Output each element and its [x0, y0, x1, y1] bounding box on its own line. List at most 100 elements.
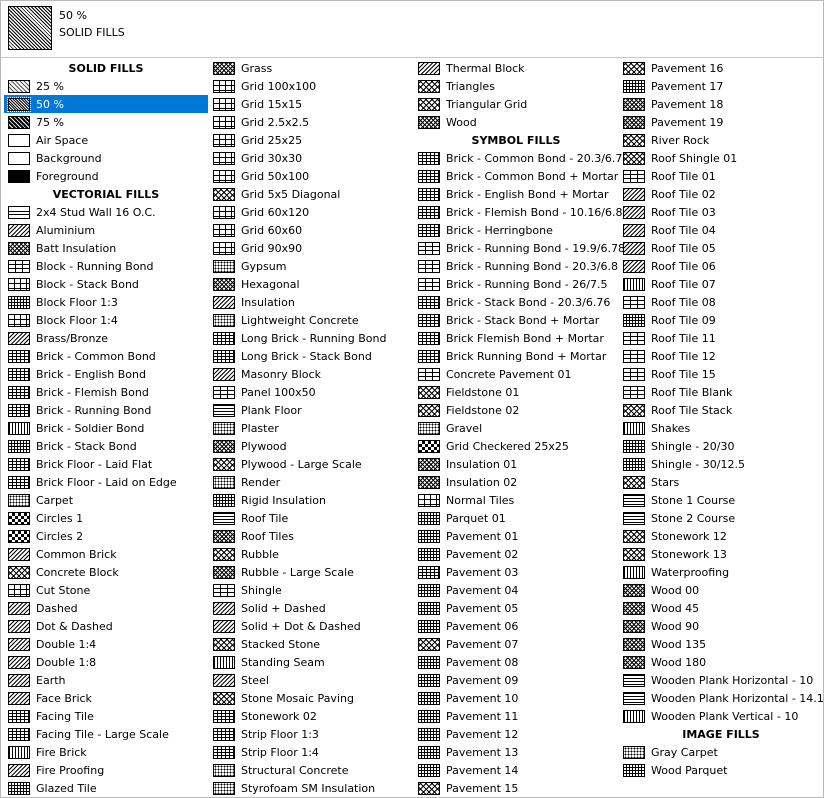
fill-item-roof-tile-09[interactable]: Roof Tile 09: [619, 311, 823, 329]
fill-item-brass-bronze[interactable]: Brass/Bronze: [4, 329, 208, 347]
fill-item-brick-running-bond[interactable]: Brick - Running Bond: [4, 401, 208, 419]
fill-item-insulation[interactable]: Insulation: [209, 293, 413, 311]
fill-item-block-running-bond[interactable]: Block - Running Bond: [4, 257, 208, 275]
fill-item-pavement-18[interactable]: Pavement 18: [619, 95, 823, 113]
fill-item-panel-100x50[interactable]: Panel 100x50: [209, 383, 413, 401]
fill-item-shakes[interactable]: Shakes: [619, 419, 823, 437]
fill-item-batt-insulation[interactable]: Batt Insulation: [4, 239, 208, 257]
fill-item-gypsum[interactable]: Gypsum: [209, 257, 413, 275]
fill-item-earth[interactable]: Earth: [4, 671, 208, 689]
fill-item-styrofoam-sm-insulation[interactable]: Styrofoam SM Insulation: [209, 779, 413, 797]
fill-item-rubble-large-scale[interactable]: Rubble - Large Scale: [209, 563, 413, 581]
fill-item-gray-carpet[interactable]: Gray Carpet: [619, 743, 823, 761]
fill-item-roof-tile-04[interactable]: Roof Tile 04: [619, 221, 823, 239]
fill-item-solid-dot-dashed[interactable]: Solid + Dot & Dashed: [209, 617, 413, 635]
fill-item-pavement-13[interactable]: Pavement 13: [414, 743, 618, 761]
fill-item-brick-flemish-bond-10-16-6-8[interactable]: Brick - Flemish Bond - 10.16/6.8: [414, 203, 623, 221]
fill-item-brick-flemish-bond[interactable]: Brick - Flemish Bond: [4, 383, 208, 401]
fill-item-strip-floor-1-3[interactable]: Strip Floor 1:3: [209, 725, 413, 743]
fill-item-dot-dashed[interactable]: Dot & Dashed: [4, 617, 208, 635]
fill-item-grass[interactable]: Grass: [209, 59, 413, 77]
fill-item-wood-90[interactable]: Wood 90: [619, 617, 823, 635]
fill-item-circles-1[interactable]: Circles 1: [4, 509, 208, 527]
fill-item-wood-parquet[interactable]: Wood Parquet: [619, 761, 823, 779]
fill-item-roof-tile-02[interactable]: Roof Tile 02: [619, 185, 823, 203]
fill-item-plywood[interactable]: Plywood: [209, 437, 413, 455]
fill-item-pavement-05[interactable]: Pavement 05: [414, 599, 618, 617]
fill-item-grid-100x100[interactable]: Grid 100x100: [209, 77, 413, 95]
fill-item-fire-brick[interactable]: Fire Brick: [4, 743, 208, 761]
fill-item-glazed-tile[interactable]: Glazed Tile: [4, 779, 208, 797]
fill-item-parquet-01[interactable]: Parquet 01: [414, 509, 618, 527]
fill-item-brick-stack-bond-20-3-6-76[interactable]: Brick - Stack Bond - 20.3/6.76: [414, 293, 618, 311]
fill-item-triangles[interactable]: Triangles: [414, 77, 618, 95]
fill-item-face-brick[interactable]: Face Brick: [4, 689, 208, 707]
fill-item-waterproofing[interactable]: Waterproofing: [619, 563, 823, 581]
fill-item-standing-seam[interactable]: Standing Seam: [209, 653, 413, 671]
fill-item-background[interactable]: Background: [4, 149, 208, 167]
fill-item-stacked-stone[interactable]: Stacked Stone: [209, 635, 413, 653]
fill-item-roof-tile-08[interactable]: Roof Tile 08: [619, 293, 823, 311]
fill-item-brick-running-bond-20-3-6-8[interactable]: Brick - Running Bond - 20.3/6.8: [414, 257, 618, 275]
fill-item-roof-tile-06[interactable]: Roof Tile 06: [619, 257, 823, 275]
fill-item-grid-60x120[interactable]: Grid 60x120: [209, 203, 413, 221]
fill-item-brick-running-bond-26-7-5[interactable]: Brick - Running Bond - 26/7.5: [414, 275, 618, 293]
fill-item-shingle-20-30[interactable]: Shingle - 20/30: [619, 437, 823, 455]
fill-item-stone-mosaic-paving[interactable]: Stone Mosaic Paving: [209, 689, 413, 707]
fill-item-75[interactable]: 75 %: [4, 113, 208, 131]
fill-item-dashed[interactable]: Dashed: [4, 599, 208, 617]
fill-item-double-1-8[interactable]: Double 1:8: [4, 653, 208, 671]
fill-item-fieldstone-02[interactable]: Fieldstone 02: [414, 401, 618, 419]
fill-item-grid-25x25[interactable]: Grid 25x25: [209, 131, 413, 149]
fill-item-facing-tile[interactable]: Facing Tile: [4, 707, 208, 725]
fill-item-double-1-4[interactable]: Double 1:4: [4, 635, 208, 653]
fill-item-carpet[interactable]: Carpet: [4, 491, 208, 509]
fill-item-plaster[interactable]: Plaster: [209, 419, 413, 437]
fill-item-stone-1-course[interactable]: Stone 1 Course: [619, 491, 823, 509]
fill-item-brick-floor-laid-flat[interactable]: Brick Floor - Laid Flat: [4, 455, 208, 473]
fill-item-grid-60x60[interactable]: Grid 60x60: [209, 221, 413, 239]
fill-item-brick-common-bond-mortar[interactable]: Brick - Common Bond + Mortar: [414, 167, 618, 185]
fill-item-brick-english-bond-mortar[interactable]: Brick - English Bond + Mortar: [414, 185, 618, 203]
fill-item-pavement-12[interactable]: Pavement 12: [414, 725, 618, 743]
fill-item-air-space[interactable]: Air Space: [4, 131, 208, 149]
fill-item-wood-180[interactable]: Wood 180: [619, 653, 823, 671]
fill-item-gravel[interactable]: Gravel: [414, 419, 618, 437]
fill-item-fire-proofing[interactable]: Fire Proofing: [4, 761, 208, 779]
fill-item-stars[interactable]: Stars: [619, 473, 823, 491]
fill-item-wood-135[interactable]: Wood 135: [619, 635, 823, 653]
fill-item-insulation-02[interactable]: Insulation 02: [414, 473, 618, 491]
fill-item-long-brick-stack-bond[interactable]: Long Brick - Stack Bond: [209, 347, 413, 365]
fill-item-solid-dashed[interactable]: Solid + Dashed: [209, 599, 413, 617]
fill-item-plywood-large-scale[interactable]: Plywood - Large Scale: [209, 455, 413, 473]
fill-item-pavement-19[interactable]: Pavement 19: [619, 113, 823, 131]
fill-item-hexagonal[interactable]: Hexagonal: [209, 275, 413, 293]
fill-item-roof-tile-01[interactable]: Roof Tile 01: [619, 167, 823, 185]
fill-item-foreground[interactable]: Foreground: [4, 167, 208, 185]
fill-item-facing-tile-large-scale[interactable]: Facing Tile - Large Scale: [4, 725, 208, 743]
fill-item-brick-running-bond-19-9-6-78[interactable]: Brick - Running Bond - 19.9/6.78: [414, 239, 625, 257]
fill-item-roof-tile-stack[interactable]: Roof Tile Stack: [619, 401, 823, 419]
fill-item-2x4-stud-wall-16-o-c[interactable]: 2x4 Stud Wall 16 O.C.: [4, 203, 208, 221]
fill-item-rigid-insulation[interactable]: Rigid Insulation: [209, 491, 413, 509]
fill-item-structural-concrete[interactable]: Structural Concrete: [209, 761, 413, 779]
fill-item-roof-tile-blank[interactable]: Roof Tile Blank: [619, 383, 823, 401]
fill-item-roof-tile-15[interactable]: Roof Tile 15: [619, 365, 823, 383]
fill-item-strip-floor-1-4[interactable]: Strip Floor 1:4: [209, 743, 413, 761]
fill-item-pavement-09[interactable]: Pavement 09: [414, 671, 618, 689]
fill-item-roof-tile-03[interactable]: Roof Tile 03: [619, 203, 823, 221]
fill-item-grid-90x90[interactable]: Grid 90x90: [209, 239, 413, 257]
fill-item-aluminium[interactable]: Aluminium: [4, 221, 208, 239]
fill-item-block-floor-1-3[interactable]: Block Floor 1:3: [4, 293, 208, 311]
fill-item-block-stack-bond[interactable]: Block - Stack Bond: [4, 275, 208, 293]
fill-item-block-floor-1-4[interactable]: Block Floor 1:4: [4, 311, 208, 329]
fill-item-long-brick-running-bond[interactable]: Long Brick - Running Bond: [209, 329, 413, 347]
fill-item-brick-floor-laid-on-edge[interactable]: Brick Floor - Laid on Edge: [4, 473, 208, 491]
fill-item-brick-common-bond-20-3-6-76[interactable]: Brick - Common Bond - 20.3/6.76: [414, 149, 629, 167]
fill-item-concrete-block[interactable]: Concrete Block: [4, 563, 208, 581]
fill-item-brick-running-bond-mortar[interactable]: Brick Running Bond + Mortar: [414, 347, 618, 365]
fill-item-plank-floor[interactable]: Plank Floor: [209, 401, 413, 419]
fill-item-insulation-01[interactable]: Insulation 01: [414, 455, 618, 473]
fill-item-concrete-pavement-01[interactable]: Concrete Pavement 01: [414, 365, 618, 383]
fill-item-circles-2[interactable]: Circles 2: [4, 527, 208, 545]
